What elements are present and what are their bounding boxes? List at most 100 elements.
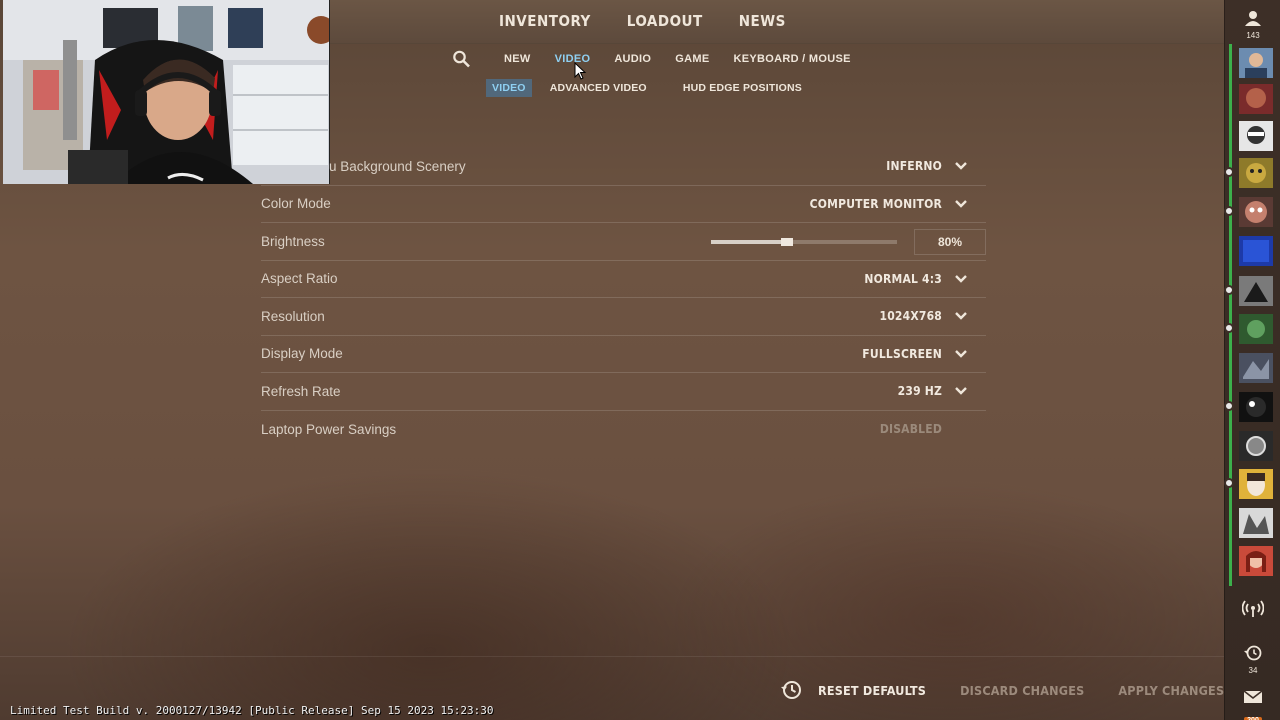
status-dot: [1224, 323, 1234, 333]
dropdown-color-mode[interactable]: COMPUTER MONITOR: [810, 197, 968, 211]
avatar: [1239, 508, 1273, 538]
nav-inventory[interactable]: INVENTORY: [499, 12, 591, 30]
friend-avatar[interactable]: [1239, 353, 1273, 383]
avatar: [1239, 392, 1273, 422]
dropdown-display-mode[interactable]: FULLSCREEN: [862, 347, 968, 361]
setting-label: Brightness: [261, 233, 325, 249]
avatar: [1239, 84, 1273, 114]
avatar: [1239, 546, 1273, 576]
video-settings-list: u Background Scenery INFERNO Color Mode …: [261, 148, 986, 448]
history-button[interactable]: 34: [1225, 645, 1280, 675]
friend-avatar[interactable]: [1239, 546, 1273, 576]
laptop-power-value: DISABLED: [880, 422, 942, 436]
discard-changes-button[interactable]: DISCARD CHANGES: [960, 683, 1084, 698]
divider: [0, 656, 1224, 657]
tab-new[interactable]: NEW: [504, 53, 531, 65]
nav-loadout[interactable]: LOADOUT: [627, 12, 703, 30]
friend-avatar[interactable]: [1239, 431, 1273, 461]
status-dot: [1224, 285, 1234, 295]
reset-history-icon: [781, 681, 801, 699]
reset-defaults-label: RESET DEFAULTS: [818, 682, 927, 698]
top-navigation: INVENTORY LOADOUT NEWS: [499, 12, 786, 30]
dropdown-value: 239 HZ: [897, 384, 942, 399]
slider-handle[interactable]: [781, 238, 793, 246]
avatar: [1239, 158, 1273, 188]
friend-avatar[interactable]: [1239, 84, 1273, 114]
status-dot: [1224, 167, 1234, 177]
avatar: [1239, 353, 1273, 383]
person-icon: [1245, 11, 1261, 26]
search-icon[interactable]: [452, 50, 472, 68]
setting-resolution[interactable]: Resolution 1024X768: [261, 298, 986, 336]
avatar: [1239, 121, 1273, 151]
dropdown-value: NORMAL 4:3: [864, 271, 942, 286]
tab-audio[interactable]: AUDIO: [614, 53, 651, 65]
nav-news[interactable]: NEWS: [739, 12, 786, 30]
avatar: [1239, 236, 1273, 266]
friend-avatar[interactable]: [1224, 276, 1273, 306]
setting-display-mode[interactable]: Display Mode FULLSCREEN: [261, 336, 986, 373]
brightness-value-box[interactable]: 80%: [914, 229, 986, 255]
status-dot: [1224, 206, 1234, 216]
mail-button[interactable]: 200: [1225, 690, 1280, 720]
avatar: [1239, 197, 1273, 227]
reset-defaults-button[interactable]: RESET DEFAULTS: [780, 680, 926, 700]
mouse-cursor-icon: [574, 62, 587, 80]
apply-changes-button[interactable]: APPLY CHANGES: [1118, 683, 1224, 698]
dropdown-background-scenery[interactable]: INFERNO: [886, 159, 968, 173]
setting-refresh-rate[interactable]: Refresh Rate 239 HZ: [261, 373, 986, 411]
dropdown-value: 1024X768: [879, 309, 942, 324]
build-info: Limited Test Build v. 2000127/13942 [Pub…: [10, 704, 494, 717]
subtab-advanced-video[interactable]: ADVANCED VIDEO: [544, 79, 653, 97]
dropdown-refresh-rate[interactable]: 239 HZ: [898, 384, 968, 398]
status-dot: [1224, 478, 1234, 488]
friend-avatar[interactable]: [1224, 469, 1273, 499]
chevron-down-icon: [955, 274, 967, 283]
setting-brightness: Brightness 80%: [261, 223, 986, 261]
friend-avatar[interactable]: [1224, 197, 1273, 227]
disabled-value: DISABLED: [879, 422, 942, 437]
history-icon: [1244, 645, 1262, 661]
status-dot: [1224, 401, 1234, 411]
chevron-down-icon: [955, 162, 967, 170]
setting-background-scenery[interactable]: u Background Scenery INFERNO: [261, 148, 986, 186]
avatar: [1239, 469, 1273, 499]
chevron-down-icon: [955, 312, 967, 320]
friends-count-button[interactable]: 143: [1225, 10, 1280, 40]
mail-icon: [1243, 690, 1263, 703]
avatar: [1239, 314, 1273, 344]
subtab-hud-edge-positions[interactable]: HUD EDGE POSITIONS: [677, 79, 808, 97]
dropdown-resolution[interactable]: 1024X768: [879, 309, 968, 323]
setting-label: Display Mode: [261, 346, 343, 362]
avatar: [1239, 431, 1273, 461]
setting-label: Laptop Power Savings: [261, 421, 397, 437]
setting-aspect-ratio[interactable]: Aspect Ratio NORMAL 4:3: [261, 261, 986, 298]
setting-label: Resolution: [261, 308, 325, 324]
setting-label: Refresh Rate: [261, 383, 341, 399]
friend-avatar[interactable]: [1224, 314, 1273, 344]
slider-fill: [711, 240, 787, 244]
settings-tabs: NEW VIDEO AUDIO GAME KEYBOARD / MOUSE: [452, 50, 875, 68]
friends-count: 143: [1246, 31, 1260, 40]
social-sidebar: 143 34: [1224, 0, 1280, 720]
chevron-down-icon: [955, 349, 967, 358]
dropdown-aspect-ratio[interactable]: NORMAL 4:3: [864, 272, 968, 286]
broadcast-button[interactable]: [1225, 598, 1280, 623]
chevron-down-icon: [955, 199, 967, 208]
friend-avatar[interactable]: [1239, 48, 1273, 78]
setting-label: Color Mode: [261, 196, 331, 212]
chevron-down-icon: [955, 387, 967, 395]
friend-avatar[interactable]: [1239, 121, 1273, 151]
dropdown-value: FULLSCREEN: [862, 346, 942, 361]
brightness-slider[interactable]: [711, 238, 897, 246]
subtab-video[interactable]: VIDEO: [486, 79, 532, 97]
friend-avatar[interactable]: [1224, 158, 1273, 188]
friend-avatar[interactable]: [1224, 392, 1273, 422]
friend-avatar[interactable]: [1239, 508, 1273, 538]
setting-color-mode[interactable]: Color Mode COMPUTER MONITOR: [261, 186, 986, 223]
tab-keyboard-mouse[interactable]: KEYBOARD / MOUSE: [733, 53, 850, 65]
friend-avatar[interactable]: [1239, 236, 1273, 266]
video-subtabs: VIDEO ADVANCED VIDEO HUD EDGE POSITIONS: [486, 79, 832, 97]
setting-label: Aspect Ratio: [261, 271, 338, 287]
tab-game[interactable]: GAME: [675, 53, 709, 65]
